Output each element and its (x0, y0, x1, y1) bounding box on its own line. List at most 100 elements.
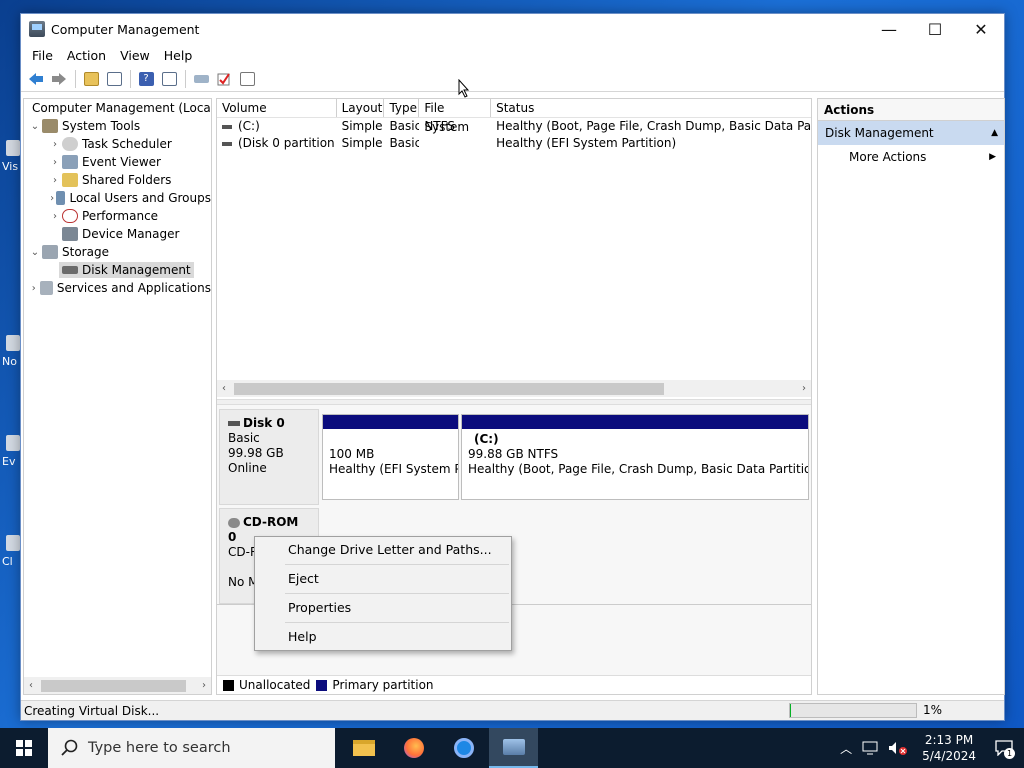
close-button[interactable]: ✕ (958, 14, 1004, 44)
back-icon[interactable] (25, 68, 47, 90)
up-folder-icon[interactable] (80, 68, 102, 90)
start-button[interactable] (0, 728, 48, 768)
file-explorer-icon[interactable] (339, 728, 388, 768)
scroll-thumb[interactable] (41, 679, 186, 692)
scroll-left-icon[interactable]: ‹ (217, 383, 231, 394)
menu-separator (285, 564, 509, 565)
tree-disk-management[interactable]: Disk Management (24, 261, 211, 279)
forward-icon[interactable] (48, 68, 70, 90)
column-type[interactable]: Type (384, 99, 420, 117)
tree-services[interactable]: › Services and Applications (24, 279, 211, 297)
chevron-right-icon[interactable]: › (48, 211, 62, 222)
chevron-right-icon[interactable]: › (48, 193, 56, 204)
maximize-button[interactable]: ☐ (912, 14, 958, 44)
check-icon[interactable] (213, 68, 235, 90)
mouse-cursor-icon (458, 79, 470, 98)
menu-action[interactable]: Action (60, 48, 113, 63)
list-view-icon[interactable] (236, 68, 258, 90)
properties-icon[interactable] (158, 68, 180, 90)
title-bar[interactable]: Computer Management — ☐ ✕ (21, 14, 1004, 44)
chevron-down-icon[interactable]: ⌄ (28, 247, 42, 258)
desktop-icon-2[interactable]: No (2, 335, 22, 368)
column-layout[interactable]: Layout (337, 99, 385, 117)
menu-separator (285, 593, 509, 594)
volume-horizontal-scrollbar[interactable]: ‹ › (217, 380, 811, 397)
tree-device-manager[interactable]: Device Manager (24, 225, 211, 243)
menu-help-item[interactable]: Help (255, 624, 511, 650)
tree-root[interactable]: Computer Management (Local (24, 99, 211, 117)
network-icon[interactable] (862, 741, 880, 755)
cell-type: Basic (389, 119, 420, 133)
scroll-right-icon[interactable]: › (797, 383, 811, 394)
table-row[interactable]: (Disk 0 partition 1) Simple Basic Health… (217, 135, 811, 152)
partition-c[interactable]: (C:) 99.88 GB NTFS Healthy (Boot, Page F… (461, 414, 809, 500)
minimize-button[interactable]: — (866, 14, 912, 44)
scroll-right-icon[interactable]: › (197, 680, 211, 691)
toolbar: ? (21, 66, 1004, 92)
partition-c-status: Healthy (Boot, Page File, Crash Dump, Ba… (468, 462, 808, 476)
tree-horizontal-scrollbar[interactable]: ‹ › (24, 677, 211, 694)
menu-view[interactable]: View (113, 48, 157, 63)
disk0-name: Disk 0 (243, 416, 285, 430)
firefox-icon[interactable] (389, 728, 438, 768)
device-manager-icon (62, 227, 78, 241)
tree-task-scheduler-label: Task Scheduler (82, 137, 172, 151)
chevron-right-icon[interactable]: › (28, 283, 40, 294)
column-status[interactable]: Status (491, 99, 811, 117)
primary-partition-bar (462, 415, 808, 429)
tree-event-viewer[interactable]: › Event Viewer (24, 153, 211, 171)
menu-eject[interactable]: Eject (255, 566, 511, 592)
disk0-label[interactable]: Disk 0 Basic 99.98 GB Online (219, 409, 319, 505)
menu-separator (285, 622, 509, 623)
menu-change-drive-letter[interactable]: Change Drive Letter and Paths... (255, 537, 511, 563)
tray-chevron-up-icon[interactable]: ︿ (834, 740, 858, 757)
menu-properties[interactable]: Properties (255, 595, 511, 621)
cell-layout: Simple (341, 136, 383, 150)
connect-icon[interactable] (190, 68, 212, 90)
taskbar-search[interactable]: Type here to search (48, 728, 335, 768)
help-icon[interactable]: ? (135, 68, 157, 90)
performance-icon (62, 209, 78, 223)
table-row[interactable]: (C:) Simple Basic NTFS Healthy (Boot, Pa… (217, 118, 811, 135)
collapse-up-icon[interactable]: ▲ (991, 121, 998, 145)
volume-muted-icon[interactable] (888, 741, 910, 755)
column-file-system[interactable]: File System (419, 99, 492, 134)
chrome-icon[interactable] (439, 728, 488, 768)
more-actions[interactable]: More Actions ▶ (818, 145, 1004, 169)
desktop-icon-1[interactable]: Vis (2, 140, 22, 173)
tree-disk-management-selected: Disk Management (59, 262, 194, 278)
tree-performance[interactable]: › Performance (24, 207, 211, 225)
storage-icon (42, 245, 58, 259)
notification-button[interactable]: 1 (984, 728, 1024, 768)
actions-section-disk-management[interactable]: Disk Management ▲ (818, 121, 1004, 145)
tree-task-scheduler[interactable]: › Task Scheduler (24, 135, 211, 153)
chevron-down-icon[interactable]: ⌄ (28, 121, 42, 132)
tree-storage[interactable]: ⌄ Storage (24, 243, 211, 261)
show-hide-tree-icon[interactable] (103, 68, 125, 90)
volume-icon (222, 124, 232, 129)
tree-shared-folders[interactable]: › Shared Folders (24, 171, 211, 189)
actions-section-label: Disk Management (825, 126, 934, 140)
scroll-left-icon[interactable]: ‹ (24, 680, 38, 691)
status-bar: Creating Virtual Disk... 1% (21, 700, 1004, 720)
computer-management-taskbar-icon[interactable] (489, 728, 538, 768)
taskbar-clock[interactable]: 2:13 PM 5/4/2024 (914, 732, 984, 764)
scroll-thumb[interactable] (234, 382, 664, 395)
desktop-icon-3[interactable]: Ev (2, 435, 22, 468)
primary-partition-bar (323, 415, 458, 429)
toolbar-separator (75, 69, 76, 88)
chevron-right-icon[interactable]: › (48, 157, 62, 168)
tree-system-tools[interactable]: ⌄ System Tools (24, 117, 211, 135)
chevron-right-icon[interactable]: › (48, 175, 62, 186)
partition-efi[interactable]: 100 MB Healthy (EFI System Par (322, 414, 459, 500)
tree-local-users-label: Local Users and Groups (69, 191, 211, 205)
desktop-icon-4[interactable]: Cl (2, 535, 22, 568)
partition-efi-size: 100 MB (329, 447, 375, 461)
chevron-right-icon[interactable]: › (48, 139, 62, 150)
menu-help[interactable]: Help (157, 48, 200, 63)
cdrom-icon (228, 517, 240, 528)
column-volume[interactable]: Volume (217, 99, 337, 117)
menu-file[interactable]: File (25, 48, 60, 63)
tree-local-users[interactable]: › Local Users and Groups (24, 189, 211, 207)
disk-icon (62, 266, 78, 274)
